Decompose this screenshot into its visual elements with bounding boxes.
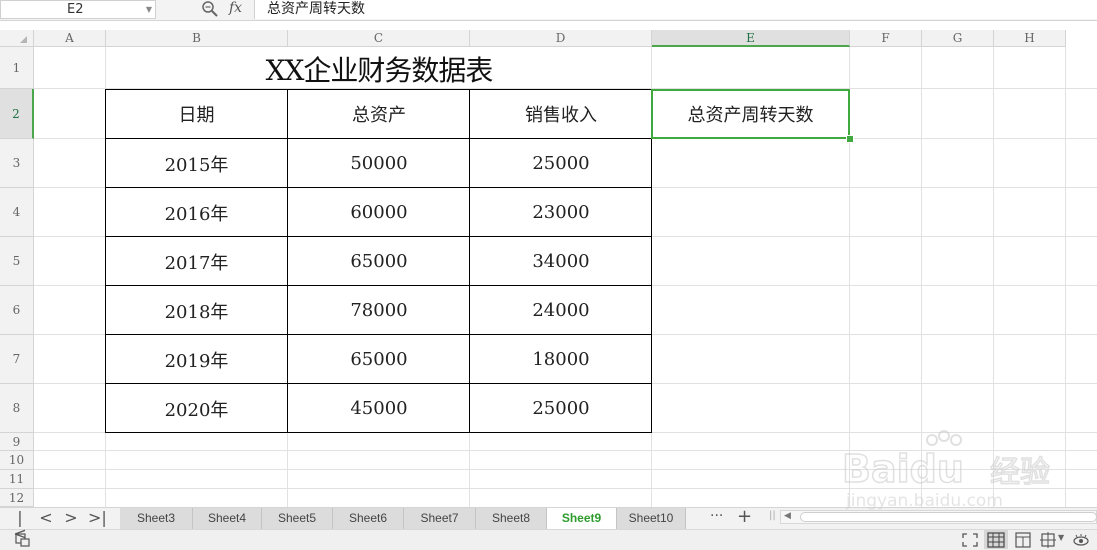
- page-break-icon[interactable]: [1040, 532, 1058, 548]
- baidu-jingyan-watermark-logo: Baidu 经验 jingyan.baidu.com: [841, 430, 1051, 510]
- chevron-down-icon[interactable]: ▼: [146, 5, 152, 14]
- name-box[interactable]: E2 ▼: [0, 0, 156, 19]
- normal-view-icon: [987, 532, 1005, 548]
- sheet-tab-sheet6[interactable]: Sheet6: [333, 508, 404, 529]
- sheet-tab-sheet10[interactable]: Sheet10: [617, 508, 686, 529]
- table-data-cell[interactable]: 25000: [470, 139, 652, 188]
- sheet-tab-sheet7[interactable]: Sheet7: [404, 508, 476, 529]
- table-header-cell[interactable]: 销售收入: [470, 89, 652, 139]
- active-cell-E2[interactable]: 总资产周转天数: [651, 89, 850, 139]
- last-sheet-button[interactable]: >|: [88, 510, 107, 526]
- column-header-F[interactable]: F: [850, 30, 922, 47]
- table-data-cell[interactable]: 65000: [288, 237, 470, 286]
- gridline-vertical: [1065, 47, 1066, 507]
- sheet-tab-sheet9[interactable]: Sheet9: [547, 508, 617, 529]
- add-sheet-button[interactable]: +: [737, 506, 752, 527]
- row-header-11[interactable]: 11: [0, 470, 34, 489]
- column-header-D[interactable]: D: [470, 30, 652, 47]
- row-header-3[interactable]: 3: [0, 139, 34, 188]
- row-header-4[interactable]: 4: [0, 188, 34, 237]
- table-data-cell[interactable]: 2018年: [105, 286, 288, 335]
- select-all-corner[interactable]: [0, 30, 34, 47]
- column-header-C[interactable]: C: [288, 30, 470, 47]
- table-data-cell[interactable]: 78000: [288, 286, 470, 335]
- gridline-vertical: [921, 47, 922, 507]
- fx-icon[interactable]: fx: [229, 0, 242, 16]
- prev-sheet-button[interactable]: <: [37, 510, 55, 526]
- row-header-2[interactable]: 2: [0, 89, 34, 139]
- page-layout-icon[interactable]: [1014, 532, 1032, 548]
- eye-protection-icon[interactable]: [1072, 532, 1090, 548]
- table-header-cell[interactable]: 总资产: [288, 89, 470, 139]
- scroll-left-icon[interactable]: ◀: [784, 511, 791, 521]
- gridline-horizontal: [34, 469, 1097, 470]
- next-sheet-button[interactable]: >: [62, 510, 80, 526]
- table-header-cell[interactable]: 日期: [105, 89, 288, 139]
- table-border-horizontal: [105, 285, 652, 286]
- sheet-title-cell[interactable]: XX企业财务数据表: [106, 48, 652, 89]
- table-data-cell[interactable]: 2015年: [105, 139, 288, 188]
- svg-text:经验: 经验: [990, 455, 1050, 490]
- sheet-tab-sheet8[interactable]: Sheet8: [476, 508, 547, 529]
- splitter-icon[interactable]: ||: [769, 510, 776, 521]
- row-header-7[interactable]: 7: [0, 335, 34, 384]
- sheet-tab-sheet4[interactable]: Sheet4: [193, 508, 262, 529]
- row-header-8[interactable]: 8: [0, 384, 34, 433]
- table-data-cell[interactable]: 45000: [288, 384, 470, 433]
- chevron-down-icon[interactable]: ▼: [1058, 533, 1064, 542]
- table-border-vertical: [469, 89, 470, 433]
- first-sheet-button[interactable]: |<: [11, 510, 29, 542]
- table-border-horizontal: [105, 187, 652, 188]
- table-data-cell[interactable]: 2017年: [105, 237, 288, 286]
- corner-triangle-icon: [20, 36, 27, 43]
- fullscreen-icon[interactable]: [961, 532, 979, 548]
- column-header-G[interactable]: G: [922, 30, 994, 47]
- table-border-horizontal: [105, 138, 652, 139]
- column-header-B[interactable]: B: [106, 30, 288, 47]
- table-data-cell[interactable]: 2020年: [105, 384, 288, 433]
- row-header-12[interactable]: 12: [0, 489, 34, 507]
- table-data-cell[interactable]: 65000: [288, 335, 470, 384]
- table-data-cell[interactable]: 50000: [288, 139, 470, 188]
- row-header-6[interactable]: 6: [0, 286, 34, 335]
- sheet-tab-sheet3[interactable]: Sheet3: [120, 508, 193, 529]
- more-sheets-icon[interactable]: ···: [710, 508, 723, 524]
- row-header-10[interactable]: 10: [0, 451, 34, 470]
- column-header-E[interactable]: E: [652, 30, 850, 47]
- table-border-horizontal: [105, 383, 652, 384]
- gridline-vertical: [993, 47, 994, 507]
- column-header-A[interactable]: A: [34, 30, 106, 47]
- table-data-cell[interactable]: 23000: [470, 188, 652, 237]
- row-header-1[interactable]: 1: [0, 47, 34, 89]
- table-data-cell[interactable]: 2019年: [105, 335, 288, 384]
- table-data-cell[interactable]: 24000: [470, 286, 652, 335]
- formula-input[interactable]: 总资产周转天数: [254, 0, 1097, 19]
- name-box-value: E2: [67, 2, 84, 17]
- sheet-tab-sheet5[interactable]: Sheet5: [262, 508, 333, 529]
- fill-handle[interactable]: [846, 135, 854, 143]
- row-header-5[interactable]: 5: [0, 237, 34, 286]
- gridline-horizontal: [34, 488, 1097, 489]
- table-data-cell[interactable]: 34000: [470, 237, 652, 286]
- scrollbar-thumb[interactable]: [800, 512, 1097, 522]
- table-data-cell[interactable]: 2016年: [105, 188, 288, 237]
- column-header-H[interactable]: H: [994, 30, 1066, 47]
- gridline-horizontal: [34, 450, 1097, 451]
- table-border-horizontal: [105, 236, 652, 237]
- zoom-icon[interactable]: [201, 0, 219, 18]
- table-data-cell[interactable]: 18000: [470, 335, 652, 384]
- row-header-9[interactable]: 9: [0, 433, 34, 451]
- table-data-cell[interactable]: 60000: [288, 188, 470, 237]
- table-border-horizontal: [105, 334, 652, 335]
- table-data-cell[interactable]: 25000: [470, 384, 652, 433]
- status-bar: [0, 529, 1097, 550]
- table-border-vertical: [287, 89, 288, 433]
